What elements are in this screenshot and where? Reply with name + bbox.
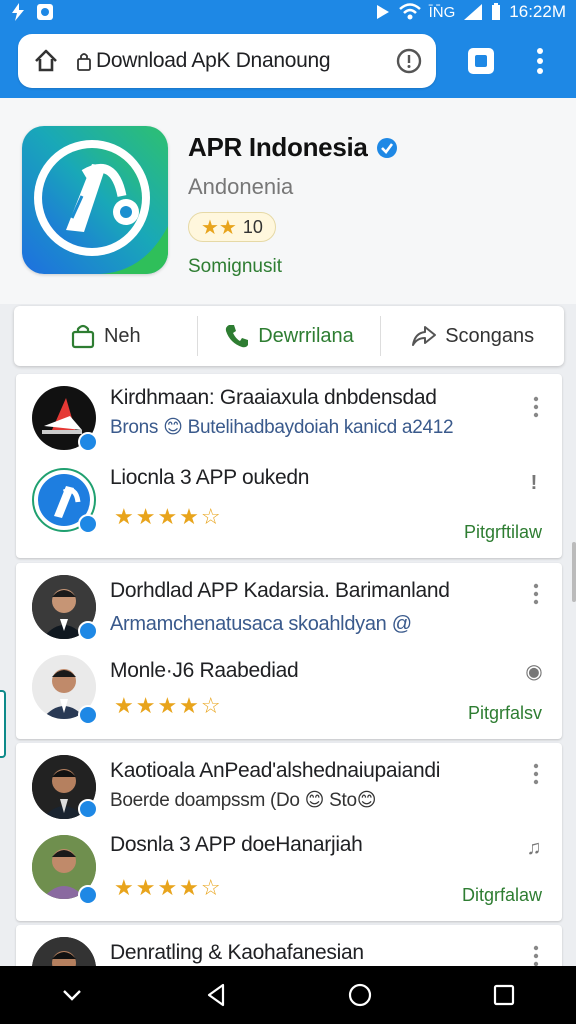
status-bar: ĪN̄G 16:22M: [0, 0, 576, 24]
new-button[interactable]: Neh: [14, 316, 197, 356]
recents-icon[interactable]: [491, 982, 517, 1008]
app-title: APR Indonesia: [188, 132, 398, 163]
verified-badge-icon: [78, 514, 98, 534]
url-text[interactable]: Download ApK Dnanoung: [96, 49, 388, 73]
list-card: Dorhdlad APP Kadarsia. Barimanland Armam…: [16, 563, 562, 739]
item-action-link[interactable]: Pitgrfalsv: [468, 703, 542, 724]
chevron-down-icon[interactable]: [59, 982, 85, 1008]
rating-stars: ★★★★☆: [114, 875, 223, 900]
battery-icon: [492, 3, 501, 20]
list-item[interactable]: Liocnla 3 APP oukedn ★★★★☆ ! Pitgrftilaw: [16, 466, 562, 558]
item-title: Dosnla 3 APP doeHanarjiah: [110, 833, 363, 856]
download-label: Dewrrilana: [258, 324, 354, 347]
kebab-menu-icon[interactable]: [532, 945, 540, 967]
verified-icon: [376, 137, 397, 158]
rating-value: 10: [242, 216, 263, 237]
kebab-menu-icon[interactable]: [532, 46, 548, 76]
browser-toolbar: Download ApK Dnanoung: [0, 24, 576, 98]
item-title: Monle·J6 Raabediad: [110, 659, 299, 682]
address-bar[interactable]: Download ApK Dnanoung: [18, 34, 436, 88]
item-title: Kirdhmaan: Graaiaxula dnbdensdad: [110, 386, 437, 409]
developer-link[interactable]: Somignusit: [188, 256, 282, 278]
drop-icon[interactable]: ◉: [524, 659, 544, 683]
share-label: Scongans: [445, 324, 535, 347]
edge-panel-handle[interactable]: [0, 690, 6, 758]
action-bar: Neh Dewrrilana Scongans: [14, 306, 564, 366]
app-title-text: APR Indonesia: [188, 132, 368, 162]
app-logo[interactable]: [22, 126, 168, 274]
verified-badge-icon: [78, 621, 98, 641]
system-nav-bar: [0, 966, 576, 1024]
item-title: Liocnla 3 APP oukedn: [110, 466, 310, 489]
play-icon: [376, 5, 389, 19]
kebab-menu-icon[interactable]: [532, 583, 540, 605]
bell-icon[interactable]: ♫: [524, 837, 544, 859]
item-action-link[interactable]: Pitgrftilaw: [464, 522, 542, 543]
status-left: [10, 3, 54, 21]
item-title: Denratling & Kaohafanesian: [110, 941, 364, 964]
verified-badge-icon: [78, 705, 98, 725]
list-card: Kaotioala AnPead'alshednaiupaiandi Boerd…: [16, 743, 562, 921]
verified-badge-icon: [78, 799, 98, 819]
bolt-icon: [12, 3, 24, 21]
rating-stars: ★★★★☆: [114, 693, 223, 718]
rating-chip: ★★ 10: [188, 212, 276, 242]
download-button[interactable]: Dewrrilana: [198, 316, 381, 356]
rating-stars: ★★★★☆: [114, 504, 223, 529]
phone-icon: [226, 325, 249, 348]
app-subtitle: Andonenia: [188, 174, 294, 199]
item-subtitle: Boerde doampssm (Do 😊 Sto😊: [110, 790, 377, 811]
new-label: Neh: [103, 324, 141, 347]
kebab-menu-icon[interactable]: [532, 396, 540, 418]
signal-icon: [464, 4, 483, 20]
wifi-icon: [398, 3, 421, 20]
list-item[interactable]: Monle·J6 Raabediad ★★★★☆ ◉ Pitgrfalsv: [16, 651, 562, 739]
lock-icon: [77, 53, 91, 71]
rating-stars: ★★: [201, 216, 237, 239]
item-subtitle: Brons 😊 Butelihadbaydoiah kanicd a2412: [110, 417, 454, 438]
app-logo-graphic: [22, 126, 168, 274]
status-right: ĪN̄G 16:22M: [375, 2, 566, 22]
kebab-menu-icon[interactable]: [532, 763, 540, 785]
list-item[interactable]: Dosnla 3 APP doeHanarjiah ★★★★☆ ♫ Ditgrf…: [16, 833, 562, 921]
exclamation-icon[interactable]: !: [524, 472, 544, 494]
share-button[interactable]: Scongans: [381, 316, 564, 356]
item-title: Kaotioala AnPead'alshednaiupaiandi: [110, 759, 441, 782]
scrollbar[interactable]: [572, 542, 576, 602]
notification-icon: [37, 4, 53, 20]
info-icon[interactable]: [396, 48, 422, 74]
share-icon: [412, 326, 437, 346]
signal-text: ĪN̄G: [428, 3, 456, 21]
verified-badge-icon: [78, 885, 98, 905]
list-item[interactable]: Kirdhmaan: Graaiaxula dnbdensdad Brons 😊…: [16, 374, 562, 466]
list-item[interactable]: Dorhdlad APP Kadarsia. Barimanland Armam…: [16, 563, 562, 651]
status-time: 16:22M: [509, 2, 566, 21]
item-title: Dorhdlad APP Kadarsia. Barimanland: [110, 579, 450, 602]
tab-switcher-icon[interactable]: [466, 46, 496, 76]
list-card: Kirdhmaan: Graaiaxula dnbdensdad Brons 😊…: [16, 374, 562, 558]
item-subtitle: Armamchenatusaca skoahldyan @: [110, 613, 412, 635]
app-header: APR Indonesia Andonenia ★★ 10 Somignusit: [0, 98, 576, 304]
back-icon[interactable]: [203, 982, 229, 1008]
home-icon[interactable]: [32, 47, 60, 75]
bag-icon: [71, 324, 95, 349]
list-item[interactable]: Kaotioala AnPead'alshednaiupaiandi Boerd…: [16, 743, 562, 833]
verified-badge-icon: [78, 432, 98, 452]
circle-home-icon[interactable]: [347, 982, 373, 1008]
item-action-link[interactable]: Ditgrfalaw: [462, 885, 542, 906]
